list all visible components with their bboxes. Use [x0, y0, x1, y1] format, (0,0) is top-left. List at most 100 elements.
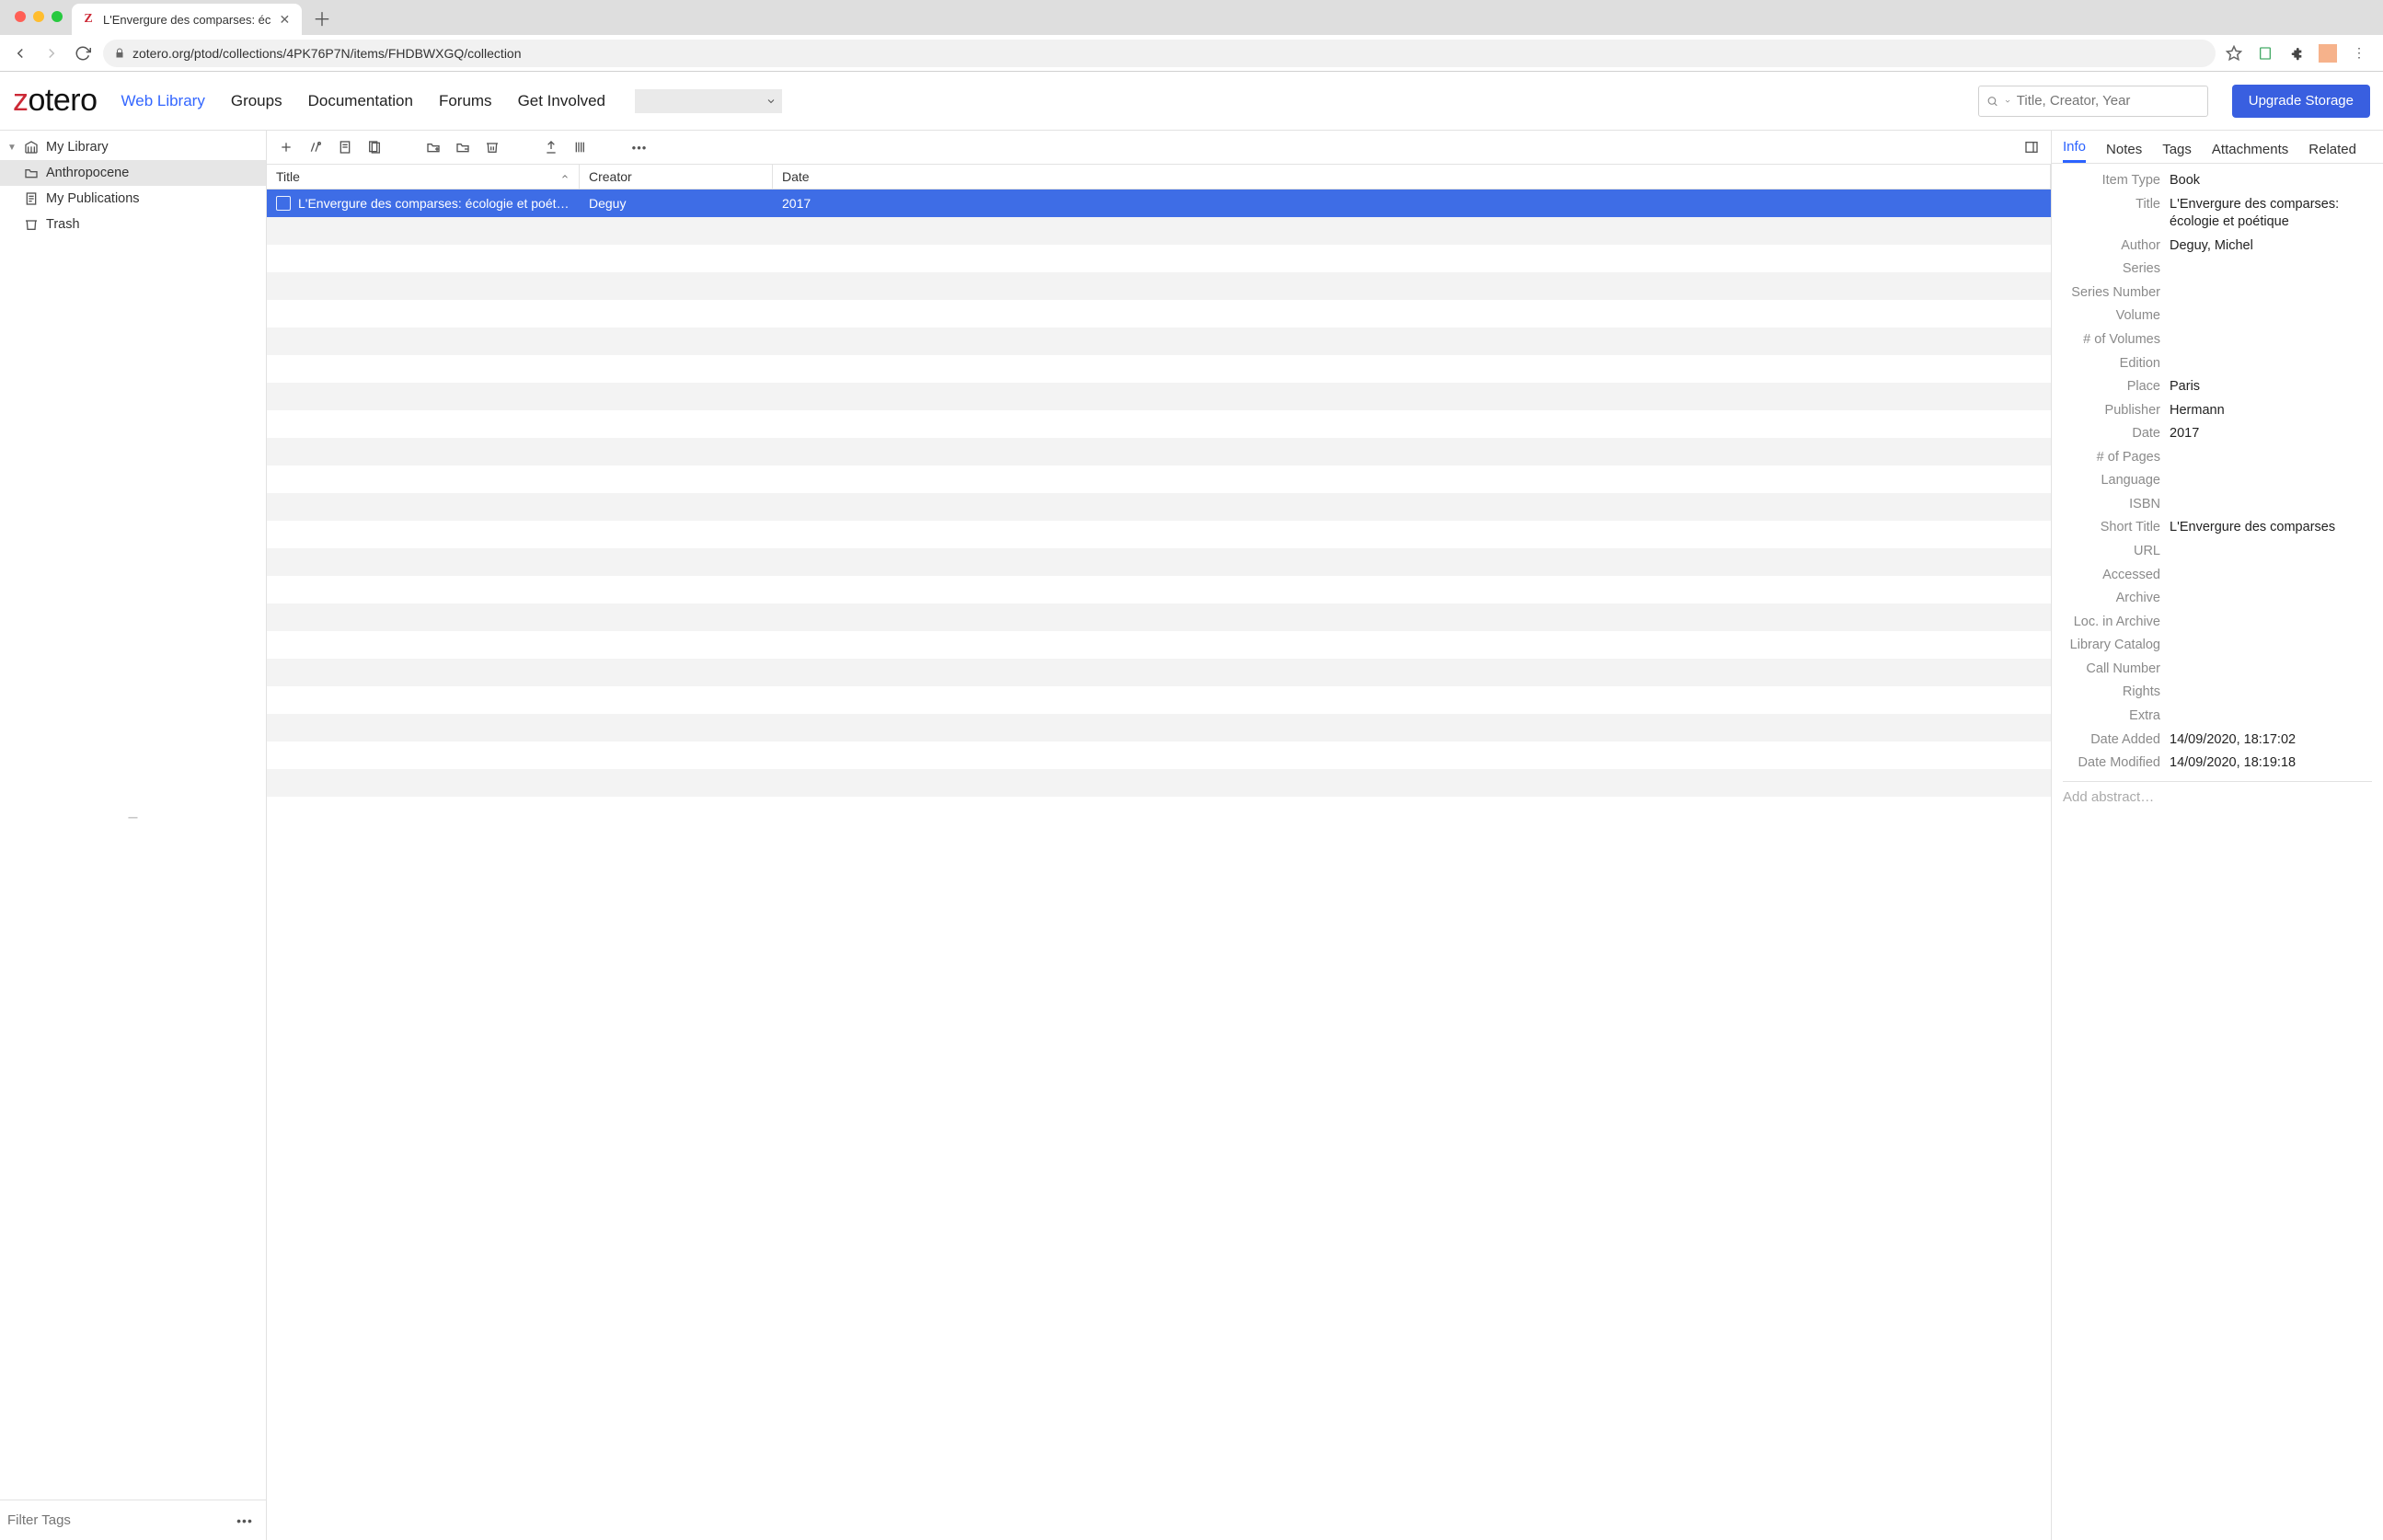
field-item-type[interactable]: Item TypeBook [2063, 169, 2372, 193]
caret-down-icon[interactable]: ▼ [7, 143, 17, 153]
search-box[interactable] [1978, 86, 2208, 117]
field-value[interactable] [2170, 543, 2372, 561]
tab-attachments[interactable]: Attachments [2212, 142, 2288, 163]
sidebar-item-trash[interactable]: Trash [0, 212, 266, 237]
star-icon[interactable] [2225, 44, 2243, 63]
user-menu[interactable] [635, 89, 782, 113]
field--of-pages[interactable]: # of Pages [2063, 446, 2372, 470]
field-value[interactable] [2170, 707, 2372, 726]
field-value[interactable] [2170, 331, 2372, 350]
tab-info[interactable]: Info [2063, 139, 2086, 163]
forward-button[interactable] [40, 42, 63, 64]
trash-icon[interactable] [484, 139, 501, 155]
field-date-modified[interactable]: Date Modified14/09/2020, 18:19:18 [2063, 752, 2372, 776]
library-root[interactable]: ▼ My Library [0, 134, 266, 160]
sidebar-item-my-publications[interactable]: My Publications [0, 186, 266, 212]
nav-get-involved[interactable]: Get Involved [518, 92, 605, 110]
field-value[interactable] [2170, 307, 2372, 326]
field-value[interactable]: L'Envergure des comparses [2170, 519, 2372, 537]
profile-avatar[interactable] [2319, 44, 2337, 63]
back-button[interactable] [9, 42, 31, 64]
field--of-volumes[interactable]: # of Volumes [2063, 328, 2372, 352]
field-publisher[interactable]: PublisherHermann [2063, 399, 2372, 423]
new-note-icon[interactable] [337, 139, 353, 155]
field-value[interactable] [2170, 260, 2372, 279]
field-value[interactable]: Paris [2170, 378, 2372, 396]
zotero-connector-icon[interactable] [2256, 44, 2274, 63]
col-title[interactable]: Title [267, 165, 580, 189]
field-value[interactable] [2170, 637, 2372, 655]
field-value[interactable]: Hermann [2170, 402, 2372, 420]
field-value[interactable] [2170, 661, 2372, 679]
nav-web-library[interactable]: Web Library [121, 92, 205, 110]
close-tab-icon[interactable]: ✕ [278, 13, 291, 26]
field-value[interactable] [2170, 567, 2372, 585]
maximize-window-button[interactable] [52, 11, 63, 22]
field-volume[interactable]: Volume [2063, 305, 2372, 328]
search-scope-chevron-icon[interactable] [2004, 97, 2011, 106]
field-library-catalog[interactable]: Library Catalog [2063, 634, 2372, 658]
export-icon[interactable] [543, 139, 559, 155]
upgrade-storage-button[interactable]: Upgrade Storage [2232, 85, 2370, 118]
field-series[interactable]: Series [2063, 258, 2372, 282]
field-value[interactable] [2170, 614, 2372, 632]
close-window-button[interactable] [15, 11, 26, 22]
nav-documentation[interactable]: Documentation [308, 92, 413, 110]
sidebar-splitter[interactable]: ─ [0, 813, 266, 821]
bibliography-icon[interactable] [572, 139, 589, 155]
field-accessed[interactable]: Accessed [2063, 564, 2372, 588]
reload-button[interactable] [72, 42, 94, 64]
col-date[interactable]: Date [773, 165, 2051, 189]
item-row[interactable]: L'Envergure des comparses: écologie et p… [267, 190, 2051, 217]
field-language[interactable]: Language [2063, 469, 2372, 493]
field-author[interactable]: AuthorDeguy, Michel [2063, 235, 2372, 259]
search-input[interactable] [2017, 93, 2200, 109]
add-to-collection-icon[interactable] [425, 139, 442, 155]
browser-tab[interactable]: Z L'Envergure des comparses: éc ✕ [72, 4, 302, 35]
chrome-menu-icon[interactable]: ⋮ [2350, 44, 2368, 63]
field-value[interactable]: 2017 [2170, 425, 2372, 443]
field-series-number[interactable]: Series Number [2063, 282, 2372, 305]
sidebar-item-anthropocene[interactable]: Anthropocene [0, 160, 266, 186]
more-icon[interactable]: ••• [631, 139, 648, 155]
field-value[interactable] [2170, 684, 2372, 702]
field-call-number[interactable]: Call Number [2063, 658, 2372, 682]
tag-menu-icon[interactable]: ••• [231, 1513, 259, 1528]
nav-groups[interactable]: Groups [231, 92, 282, 110]
field-edition[interactable]: Edition [2063, 352, 2372, 376]
abstract-field[interactable]: Add abstract… [2063, 781, 2372, 805]
field-value[interactable]: Deguy, Michel [2170, 237, 2372, 256]
field-url[interactable]: URL [2063, 540, 2372, 564]
field-value[interactable] [2170, 284, 2372, 303]
field-extra[interactable]: Extra [2063, 705, 2372, 729]
tab-related[interactable]: Related [2308, 142, 2356, 163]
url-field[interactable]: zotero.org/ptod/collections/4PK76P7N/ite… [103, 40, 2216, 67]
field-value[interactable] [2170, 449, 2372, 467]
minimize-window-button[interactable] [33, 11, 44, 22]
zotero-logo[interactable]: zotero [13, 83, 98, 119]
col-creator[interactable]: Creator [580, 165, 773, 189]
tab-notes[interactable]: Notes [2106, 142, 2142, 163]
toggle-details-pane-icon[interactable] [2023, 139, 2040, 155]
field-value[interactable] [2170, 355, 2372, 374]
field-date-added[interactable]: Date Added14/09/2020, 18:17:02 [2063, 729, 2372, 753]
field-value[interactable]: 14/09/2020, 18:19:18 [2170, 754, 2372, 773]
field-rights[interactable]: Rights [2063, 681, 2372, 705]
field-short-title[interactable]: Short TitleL'Envergure des comparses [2063, 516, 2372, 540]
remove-from-collection-icon[interactable] [455, 139, 471, 155]
field-loc-in-archive[interactable]: Loc. in Archive [2063, 611, 2372, 635]
field-value[interactable] [2170, 590, 2372, 608]
field-value[interactable]: 14/09/2020, 18:17:02 [2170, 731, 2372, 750]
tab-tags[interactable]: Tags [2162, 142, 2192, 163]
field-value[interactable]: L'Envergure des comparses: écologie et p… [2170, 196, 2372, 232]
add-item-icon[interactable] [278, 139, 294, 155]
field-archive[interactable]: Archive [2063, 587, 2372, 611]
field-value[interactable] [2170, 472, 2372, 490]
extensions-icon[interactable] [2287, 44, 2306, 63]
field-isbn[interactable]: ISBN [2063, 493, 2372, 517]
field-date[interactable]: Date2017 [2063, 422, 2372, 446]
field-place[interactable]: PlaceParis [2063, 375, 2372, 399]
nav-forums[interactable]: Forums [439, 92, 492, 110]
field-value[interactable]: Book [2170, 172, 2372, 190]
field-title[interactable]: TitleL'Envergure des comparses: écologie… [2063, 193, 2372, 235]
